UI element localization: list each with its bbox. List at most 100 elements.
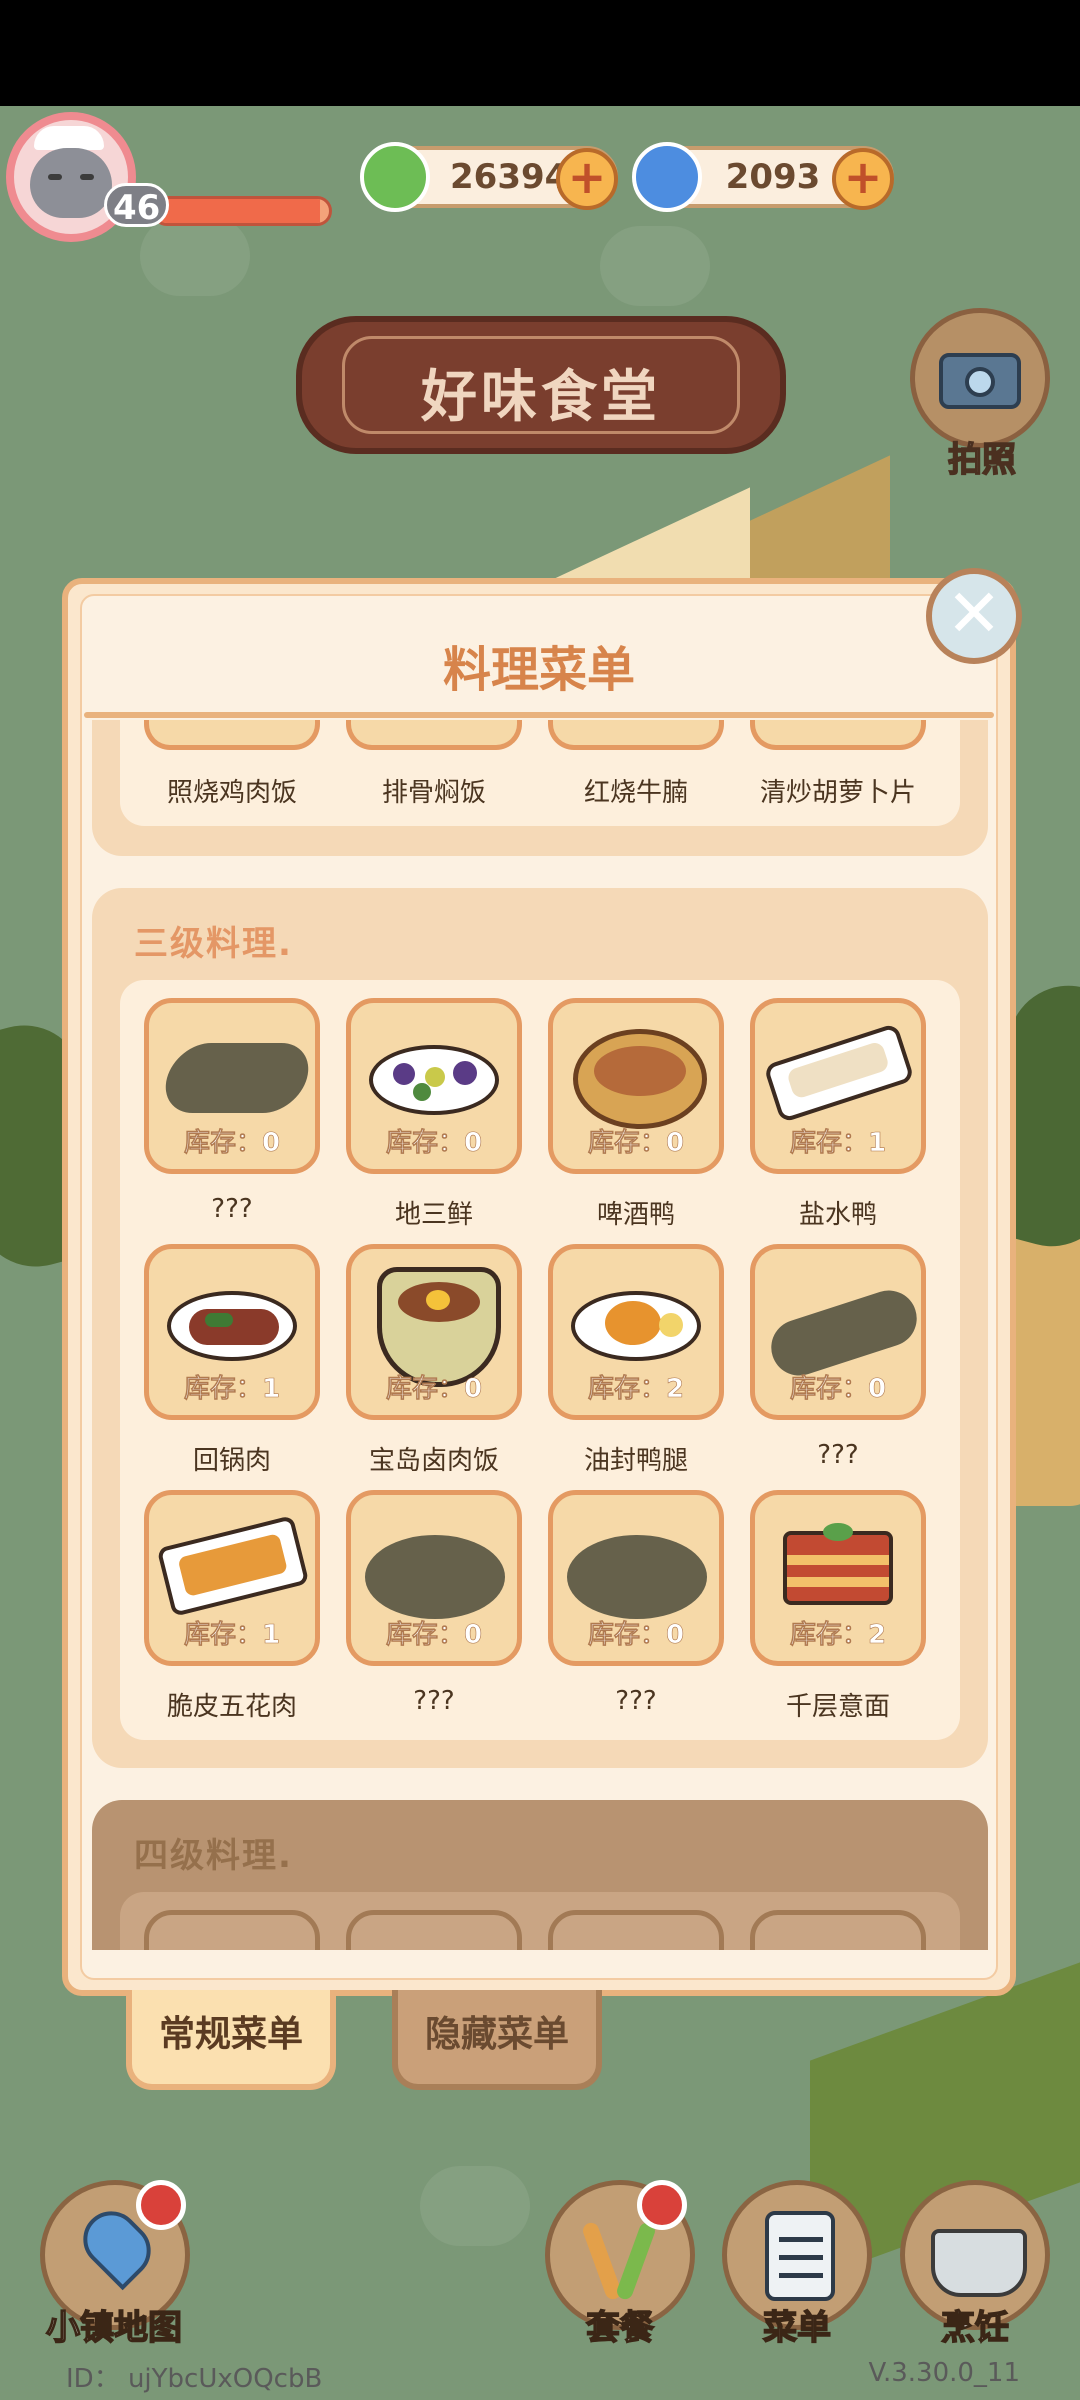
- currency-gem-value: 2093: [725, 157, 821, 197]
- dish-stock: 库存：0: [183, 1128, 281, 1159]
- locked-dish-silhouette: [157, 1043, 315, 1113]
- section-level2-grid: 照烧鸡肉饭 排骨焖饭 红烧牛腩 清炒胡萝卜片: [120, 720, 960, 826]
- currency-gem: 2093 +: [632, 142, 894, 212]
- dish-name: ???: [413, 1686, 455, 1716]
- locked-dish-silhouette: [567, 1535, 707, 1619]
- panel-title: 料理菜单: [442, 642, 635, 698]
- dish-card-locked[interactable]: 库存：0: [750, 1244, 926, 1420]
- dish-name: 排骨焖饭: [381, 778, 486, 808]
- locked-dish-silhouette: [365, 1535, 505, 1619]
- pot-icon: [931, 2229, 1027, 2297]
- cooking-label: 烹饪: [940, 2307, 1010, 2349]
- notification-badge: [136, 2180, 186, 2230]
- section-level3: 三级料理. 库存：0 库存：0 库存：0 库存：1 ??? 地三鲜 啤酒鸭 盐水…: [92, 888, 988, 1768]
- bg-bow-pattern: [140, 216, 250, 296]
- dish-card[interactable]: [144, 720, 320, 750]
- dish-card[interactable]: [750, 720, 926, 750]
- skewer-icon: [614, 2220, 658, 2302]
- dish-stock: 库存：1: [183, 1620, 281, 1651]
- add-leaf-button[interactable]: +: [556, 148, 618, 210]
- section-level4: 四级料理.: [92, 1800, 988, 1950]
- dish-stock: 库存：2: [587, 1374, 685, 1405]
- dish-card-locked[interactable]: 库存：0: [548, 1490, 724, 1666]
- restaurant-name: 好味食堂: [421, 365, 661, 430]
- player-id: ID： ujYbcUxOQcbB: [66, 2364, 323, 2394]
- dish-card[interactable]: [548, 720, 724, 750]
- dish-name: 千层意面: [785, 1692, 890, 1722]
- dish-card-locked[interactable]: 库存：0: [144, 998, 320, 1174]
- twice-cooked-pork-icon: [167, 1291, 297, 1361]
- dish-card[interactable]: 库存：2: [750, 1490, 926, 1666]
- town-map-label: 小镇地图: [45, 2307, 183, 2349]
- dish-stock: 库存：0: [789, 1374, 887, 1405]
- dish-card[interactable]: [346, 1910, 522, 1950]
- dish-name: 油封鸭腿: [583, 1446, 688, 1476]
- dish-name: 盐水鸭: [798, 1200, 877, 1230]
- close-button[interactable]: ✕: [926, 568, 1022, 664]
- dish-stock: 库存：0: [587, 1620, 685, 1651]
- dish-name: 啤酒鸭: [596, 1200, 675, 1230]
- currency-leaf: 26394 +: [360, 142, 618, 212]
- notification-badge: [637, 2180, 687, 2230]
- dish-name: ???: [211, 1194, 253, 1224]
- tab-regular-menu[interactable]: 常规菜单: [126, 1990, 336, 2090]
- version-label: V.3.30.0_11: [868, 2358, 1020, 2388]
- add-gem-button[interactable]: +: [832, 148, 894, 210]
- dish-stock: 库存：0: [385, 1620, 483, 1651]
- tab-hidden-menu[interactable]: 隐藏菜单: [392, 1990, 602, 2090]
- dish-card[interactable]: 库存：1: [144, 1244, 320, 1420]
- dish-name: ???: [615, 1686, 657, 1716]
- set-meal-label: 套餐: [585, 2307, 655, 2349]
- status-bar: [0, 0, 1080, 106]
- swirl-gem-icon: [632, 142, 702, 212]
- restaurant-sign: 好味食堂: [296, 316, 786, 454]
- dish-stock: 库存：0: [385, 1128, 483, 1159]
- dish-stock: 库存：1: [789, 1128, 887, 1159]
- dish-card[interactable]: [548, 1910, 724, 1950]
- menu-label: 菜单: [762, 2307, 832, 2349]
- eye: [80, 174, 94, 180]
- dish-card[interactable]: 库存：1: [750, 998, 926, 1174]
- eggplant-potato-dish-icon: [369, 1045, 499, 1115]
- dish-card[interactable]: [346, 720, 522, 750]
- dish-card[interactable]: 库存：0: [346, 998, 522, 1174]
- recipe-scroll-area[interactable]: 照烧鸡肉饭 排骨焖饭 红烧牛腩 清炒胡萝卜片 三级料理. 库存：0 库存：0 库…: [92, 720, 988, 1950]
- beer-duck-pot-icon: [573, 1029, 707, 1129]
- dish-card[interactable]: 库存：0: [548, 998, 724, 1174]
- dish-stock: 库存：2: [789, 1620, 887, 1651]
- camera-button[interactable]: [910, 308, 1050, 448]
- title-divider: [84, 712, 994, 718]
- eye: [48, 174, 62, 180]
- bg-bow-pattern: [420, 2166, 530, 2246]
- dish-card[interactable]: [144, 1910, 320, 1950]
- dish-card[interactable]: 库存：0: [346, 1244, 522, 1420]
- clipboard-icon: [765, 2211, 835, 2301]
- section-level2-partial: 照烧鸡肉饭 排骨焖饭 红烧牛腩 清炒胡萝卜片: [92, 720, 988, 856]
- camera-icon: [939, 353, 1021, 409]
- level-badge: 46: [104, 183, 170, 228]
- bg-bow-pattern: [600, 226, 710, 306]
- crispy-pork-belly-icon: [156, 1515, 310, 1617]
- clover-coin-icon: [360, 142, 430, 212]
- dish-card[interactable]: 库存：2: [548, 1244, 724, 1420]
- xp-bar: [152, 196, 332, 226]
- chef-hat-icon: [34, 126, 104, 150]
- xp-bar-fill: [155, 199, 321, 223]
- dish-stock: 库存：0: [587, 1128, 685, 1159]
- duck-confit-icon: [571, 1291, 701, 1361]
- dish-name: 脆皮五花肉: [166, 1692, 297, 1722]
- currency-leaf-value: 26394: [450, 157, 569, 197]
- dish-card-locked[interactable]: 库存：0: [346, 1490, 522, 1666]
- salted-duck-plate-icon: [763, 1022, 915, 1124]
- section-level4-grid: [120, 1892, 960, 1950]
- camera-lens: [965, 367, 995, 397]
- dish-name: ???: [817, 1440, 859, 1470]
- dish-name: 宝岛卤肉饭: [368, 1446, 499, 1476]
- dish-card[interactable]: 库存：1: [144, 1490, 320, 1666]
- dish-card[interactable]: [750, 1910, 926, 1950]
- dish-name: 照烧鸡肉饭: [166, 778, 297, 808]
- dish-name: 清炒胡萝卜片: [759, 778, 916, 808]
- dish-stock: 库存：0: [385, 1374, 483, 1405]
- dish-name: 回锅肉: [192, 1446, 271, 1476]
- section-title: 三级料理.: [134, 924, 293, 964]
